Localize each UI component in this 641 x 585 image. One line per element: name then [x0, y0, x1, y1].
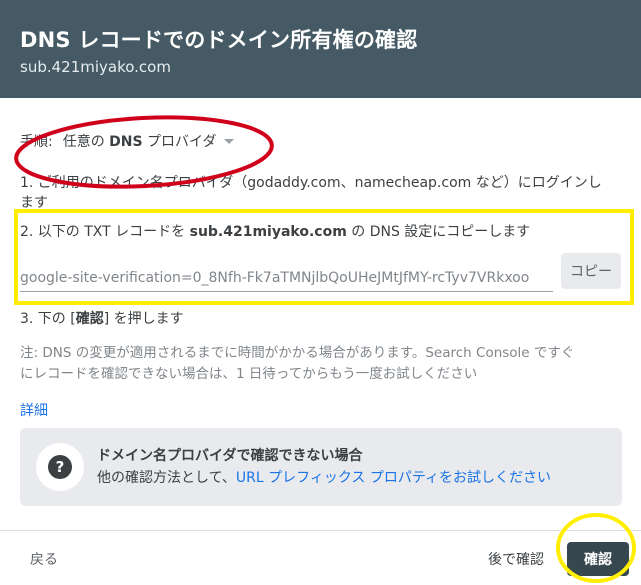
- step2-text: 2. 以下の TXT レコードを sub.421miyako.com の DNS…: [20, 221, 530, 241]
- dialog-header: DNS レコードでのドメイン所有権の確認 sub.421miyako.com: [0, 0, 641, 98]
- note-line2: にレコードを確認できない場合は、1 日待ってからもう一度お試しください: [20, 366, 478, 382]
- provider-suffix: プロバイダ: [142, 134, 217, 150]
- step1-line1: 1. ご利用のドメイン名プロバイダ（godaddy.com、namecheap.…: [20, 175, 602, 191]
- step2-domain: sub.421miyako.com: [189, 224, 347, 240]
- verify-later-button[interactable]: 後で確認: [488, 549, 544, 569]
- copy-button[interactable]: コピー: [561, 253, 621, 289]
- step3-text: 3. 下の [確認] を押します: [20, 308, 184, 328]
- step2-prefix: 2. 以下の TXT レコードを: [20, 224, 190, 240]
- txt-record-value[interactable]: google-site-verification=0_8Nfh-Fk7aTMNj…: [20, 264, 553, 291]
- step3-bold: 確認: [75, 311, 104, 327]
- dialog-footer: 戻る 後で確認 確認: [0, 530, 641, 585]
- info-title: ドメイン名プロバイダで確認できない場合: [97, 448, 363, 464]
- chevron-down-icon[interactable]: [224, 138, 235, 144]
- alternate-method-box: ? ドメイン名プロバイダで確認できない場合 他の確認方法として、URL プレフィ…: [20, 428, 622, 506]
- dialog-title: DNS レコードでのドメイン所有権の確認: [20, 28, 418, 52]
- step1-line2: ます: [20, 195, 48, 211]
- provider-bold: DNS: [109, 134, 143, 150]
- dialog-domain: sub.421miyako.com: [20, 58, 171, 76]
- provider-row: 手順: 任意の DNS プロバイダ: [20, 131, 235, 151]
- provider-prefix: 任意の: [62, 134, 110, 150]
- procedure-label: 手順:: [20, 134, 53, 150]
- note-line1: 注: DNS の変更が適用されるまでに時間がかかる場合があります。Search …: [20, 345, 575, 361]
- verify-button[interactable]: 確認: [567, 542, 629, 576]
- txt-record-field[interactable]: google-site-verification=0_8Nfh-Fk7aTMNj…: [20, 264, 553, 292]
- step3-suffix: ] を押します: [103, 311, 184, 327]
- details-link[interactable]: 詳細: [20, 400, 48, 420]
- provider-dropdown[interactable]: 任意の DNS プロバイダ: [63, 131, 217, 151]
- info-body-prefix: 他の確認方法として、: [97, 470, 236, 486]
- help-icon: ?: [36, 443, 84, 491]
- step3-prefix: 3. 下の [: [20, 311, 76, 327]
- dns-note: 注: DNS の変更が適用されるまでに時間がかかる場合があります。Search …: [20, 343, 620, 385]
- step2-suffix: の DNS 設定にコピーします: [346, 224, 531, 240]
- back-button[interactable]: 戻る: [30, 549, 58, 569]
- info-body: 他の確認方法として、URL プレフィックス プロパティをお試しください: [97, 467, 551, 487]
- url-prefix-property-link[interactable]: URL プレフィックス プロパティをお試しください: [236, 470, 551, 486]
